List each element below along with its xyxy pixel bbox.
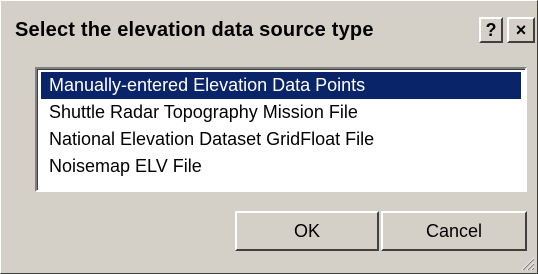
source-type-listbox[interactable]: Manually-entered Elevation Data Points S…	[35, 67, 527, 192]
dialog-title: Select the elevation data source type	[15, 19, 374, 41]
list-item[interactable]: Shuttle Radar Topography Mission File	[41, 99, 521, 126]
ok-button[interactable]: OK	[235, 211, 379, 251]
elevation-source-dialog: Select the elevation data source type ? …	[0, 0, 538, 274]
list-item[interactable]: National Elevation Dataset GridFloat Fil…	[41, 126, 521, 153]
list-item[interactable]: Noisemap ELV File	[41, 153, 521, 180]
question-mark-icon: ?	[485, 20, 497, 40]
list-item[interactable]: Manually-entered Elevation Data Points	[41, 72, 521, 99]
cancel-button[interactable]: Cancel	[381, 211, 527, 251]
resize-grip-icon[interactable]	[519, 255, 535, 271]
help-button[interactable]: ?	[479, 17, 503, 43]
close-icon: ×	[515, 20, 527, 40]
close-button[interactable]: ×	[507, 17, 535, 43]
